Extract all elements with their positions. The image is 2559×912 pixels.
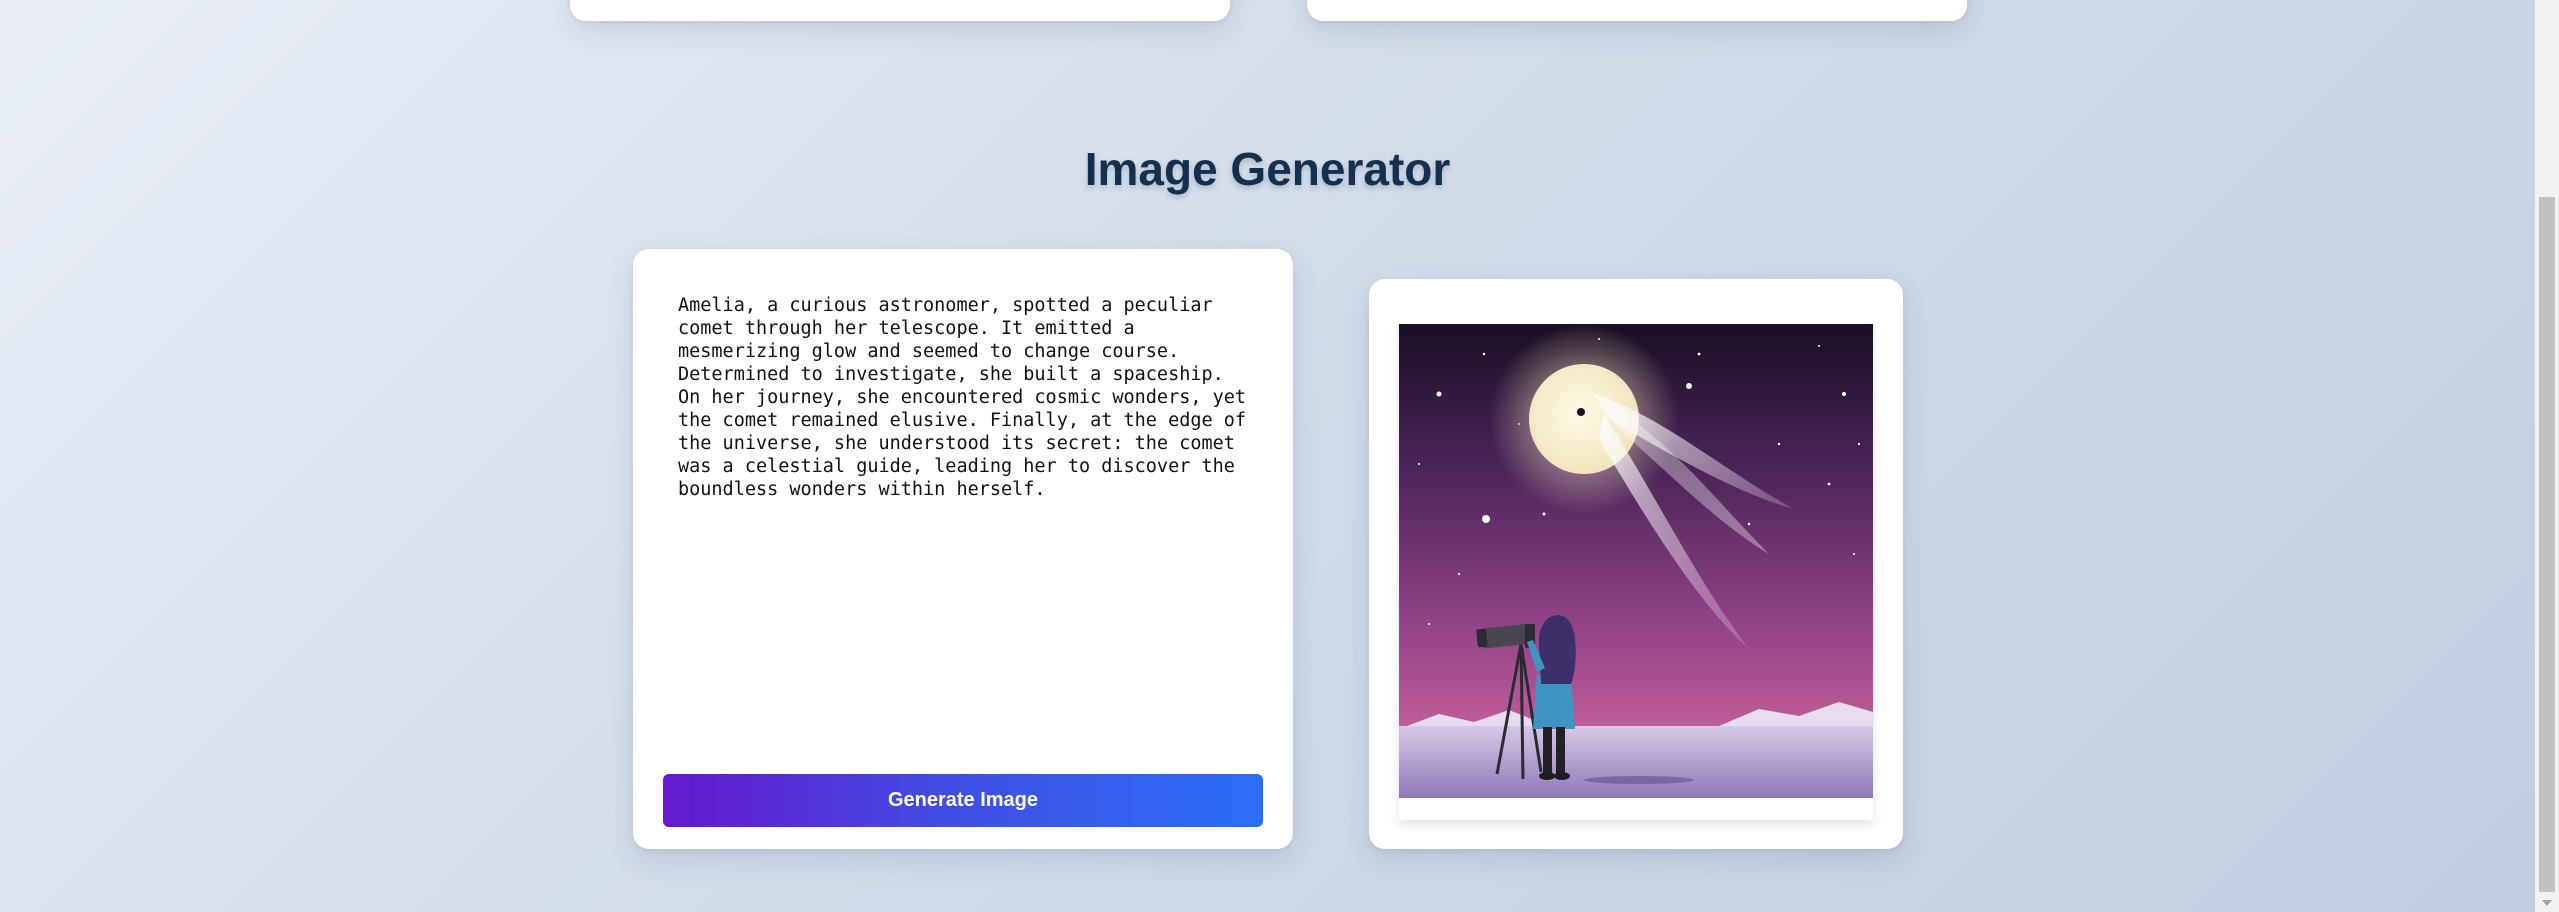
scrollbar-thumb[interactable] xyxy=(2539,197,2555,892)
generated-image-frame xyxy=(1399,324,1873,820)
generated-image xyxy=(1399,324,1873,798)
previous-card-left xyxy=(570,0,1230,21)
output-card xyxy=(1369,279,1903,849)
chevron-down-icon[interactable] xyxy=(2535,894,2559,912)
section-title: Image Generator xyxy=(1084,143,1451,195)
generate-image-button[interactable]: Generate Image xyxy=(663,774,1263,827)
prompt-textarea[interactable]: Amelia, a curious astronomer, spotted a … xyxy=(678,294,1253,764)
scrollbar[interactable] xyxy=(2535,0,2559,912)
prompt-card: Amelia, a curious astronomer, spotted a … xyxy=(633,249,1293,849)
previous-card-right xyxy=(1307,0,1967,21)
